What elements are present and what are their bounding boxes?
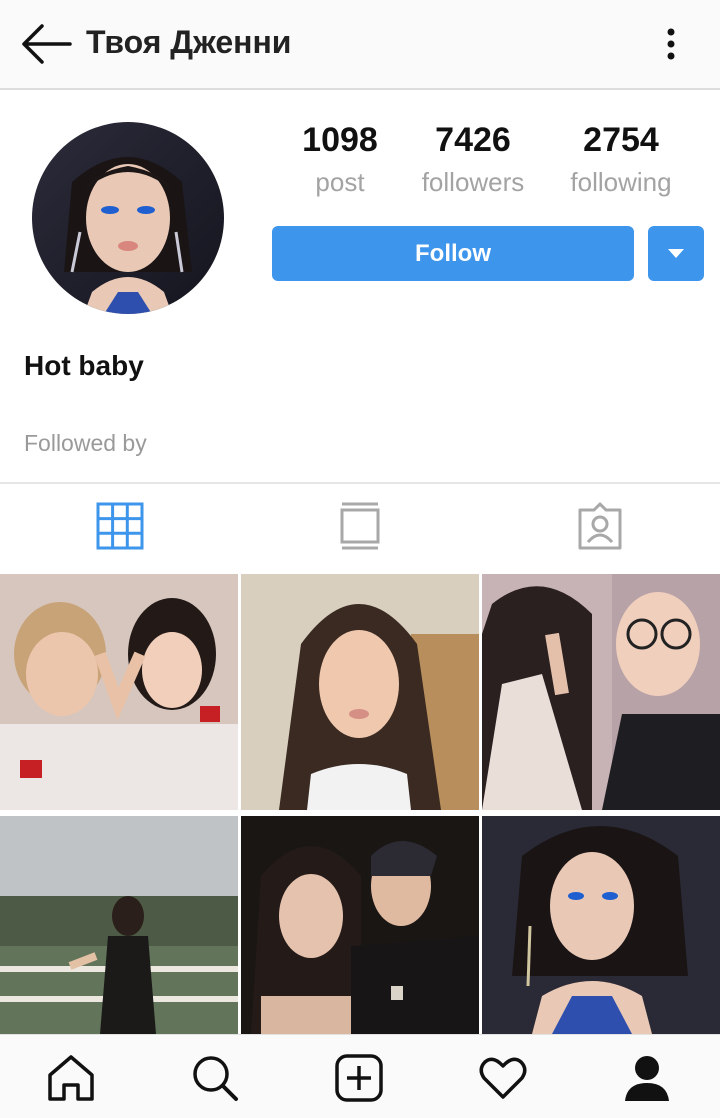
grid-photo[interactable] bbox=[0, 816, 238, 1052]
grid-photo[interactable] bbox=[241, 816, 479, 1052]
followed-by-text[interactable]: Followed by bbox=[24, 430, 147, 457]
grid-photo[interactable] bbox=[0, 574, 238, 810]
tab-feed[interactable] bbox=[336, 502, 384, 550]
follow-button[interactable]: Follow bbox=[272, 226, 634, 281]
feed-icon bbox=[340, 502, 380, 550]
stat-posts[interactable]: 1098 post bbox=[292, 120, 388, 204]
divider bbox=[0, 482, 720, 484]
grid-icon bbox=[96, 502, 144, 550]
photo-grid bbox=[0, 574, 720, 1034]
stat-followers-value: 7426 bbox=[435, 121, 511, 159]
stat-posts-value: 1098 bbox=[302, 121, 378, 159]
stat-following[interactable]: 2754 following bbox=[560, 120, 682, 204]
stat-following-value: 2754 bbox=[583, 121, 659, 159]
chevron-down-icon bbox=[668, 249, 684, 258]
page-title: Твоя Дженни bbox=[86, 24, 292, 60]
grid-photo[interactable] bbox=[482, 816, 720, 1052]
top-bar: Твоя Дженни bbox=[0, 0, 720, 90]
grid-photo[interactable] bbox=[241, 574, 479, 810]
stat-posts-label: post bbox=[315, 167, 365, 197]
stat-followers-label: followers bbox=[421, 167, 525, 197]
stat-followers[interactable]: 7426 followers bbox=[412, 120, 534, 204]
search-icon[interactable] bbox=[190, 1053, 240, 1103]
more-vertical-icon[interactable] bbox=[656, 24, 686, 64]
tab-grid[interactable] bbox=[96, 502, 144, 550]
heart-icon[interactable] bbox=[478, 1053, 528, 1103]
stat-following-label: following bbox=[570, 167, 672, 197]
grid-photo[interactable] bbox=[482, 574, 720, 810]
profile-name: Hot baby bbox=[24, 350, 144, 381]
profile-icon[interactable] bbox=[622, 1053, 672, 1103]
add-icon[interactable] bbox=[334, 1053, 384, 1103]
tab-tagged[interactable] bbox=[576, 502, 624, 550]
suggested-dropdown-button[interactable] bbox=[648, 226, 704, 281]
avatar[interactable] bbox=[32, 122, 224, 314]
tagged-icon bbox=[578, 502, 622, 550]
back-arrow-icon[interactable] bbox=[20, 22, 74, 66]
bottom-nav bbox=[0, 1034, 720, 1118]
home-icon[interactable] bbox=[46, 1053, 96, 1103]
